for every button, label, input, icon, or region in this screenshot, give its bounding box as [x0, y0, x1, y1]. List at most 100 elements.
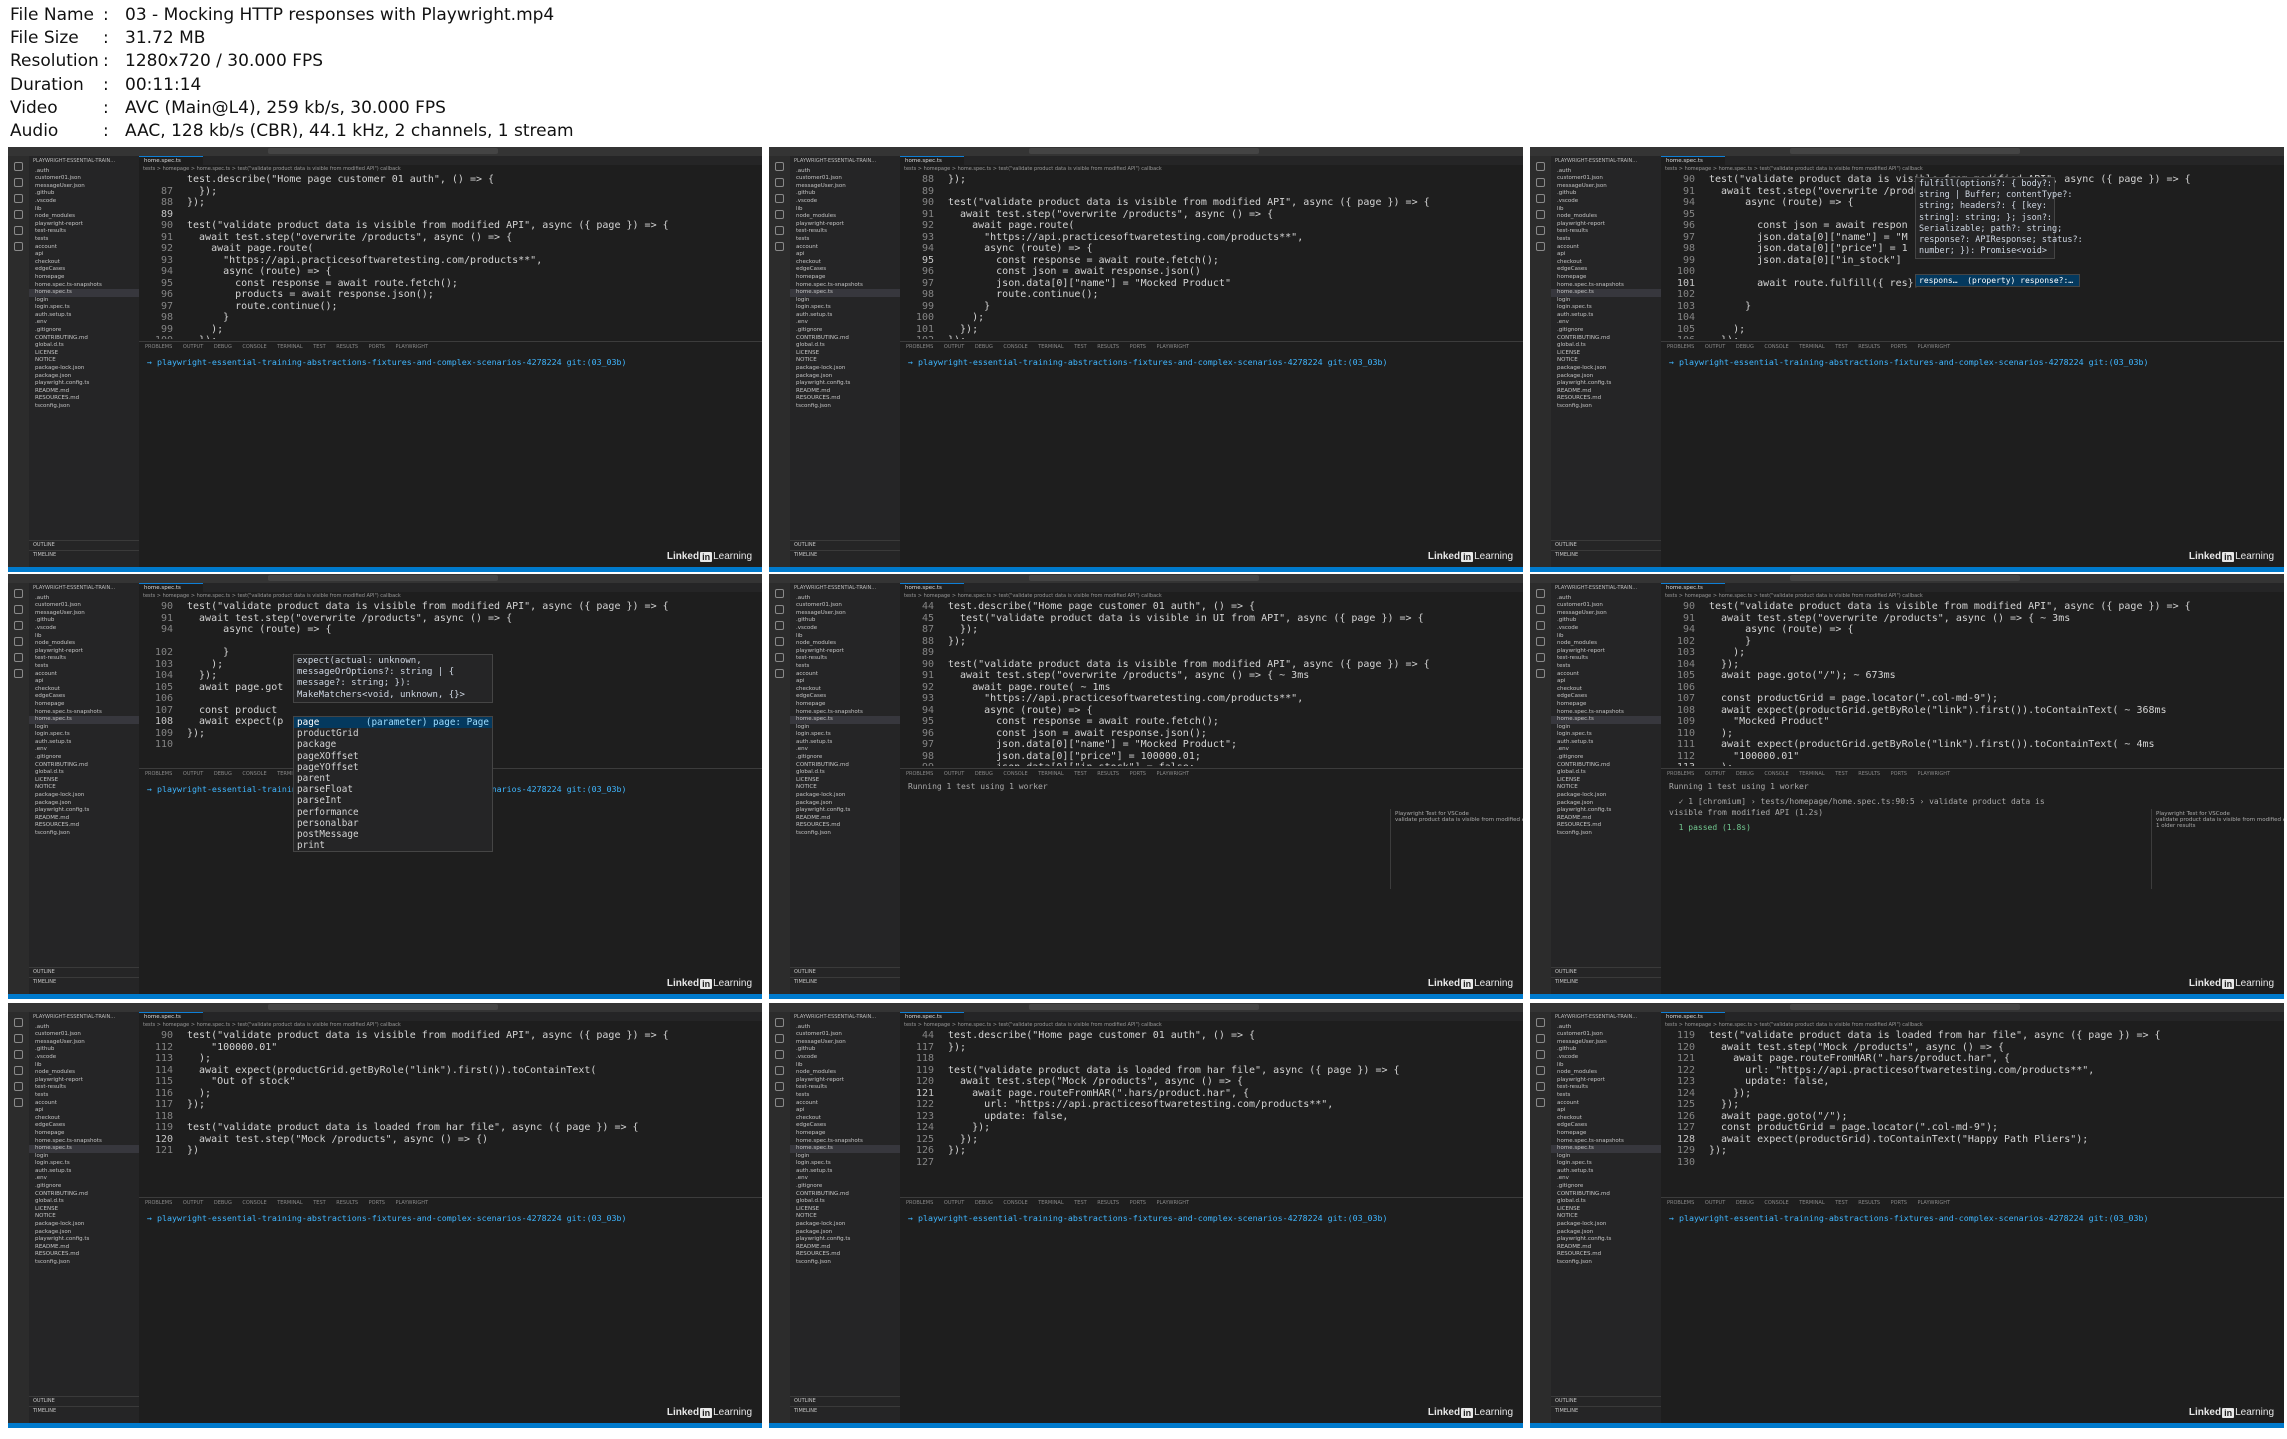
editor-tab-home-spec[interactable]: home.spec.ts	[1661, 1012, 1725, 1021]
explorer-item[interactable]: tsconfig.json	[790, 830, 900, 838]
explorer-item[interactable]: lib	[1551, 633, 1661, 641]
explorer-item[interactable]: package-lock.json	[790, 792, 900, 800]
terminal-prompt[interactable]: → playwright-essential-training-abstract…	[900, 1208, 1523, 1228]
explorer-item[interactable]: home.spec.ts-snapshots	[1551, 1138, 1661, 1146]
explorer-item[interactable]: .gitignore	[790, 1183, 900, 1191]
explorer-item[interactable]: auth.setup.ts	[29, 739, 139, 747]
testing-icon[interactable]	[14, 242, 23, 251]
code-editor[interactable]: test.describe("Home page customer 01 aut…	[139, 174, 762, 339]
terminal-prompt[interactable]: → playwright-essential-training-abstract…	[1661, 352, 2284, 372]
explorer-item[interactable]: checkout	[1551, 259, 1661, 267]
explorer-item[interactable]: playwright-report	[1551, 221, 1661, 229]
explorer-item[interactable]: .auth	[1551, 1024, 1661, 1032]
suggestion-item[interactable]: parseFloat	[294, 784, 492, 795]
breadcrumb[interactable]: tests > homepage > home.spec.ts > test("…	[143, 166, 758, 173]
explorer-item[interactable]: NOTICE	[1551, 1213, 1661, 1221]
search-icon[interactable]	[14, 178, 23, 187]
explorer-item[interactable]: package.json	[1551, 800, 1661, 808]
explorer-item[interactable]: test-results	[29, 1084, 139, 1092]
explorer-item[interactable]: NOTICE	[790, 357, 900, 365]
explorer-item[interactable]: checkout	[1551, 1115, 1661, 1123]
outline-section[interactable]: OUTLINE	[790, 540, 900, 551]
explorer-item[interactable]: .gitignore	[1551, 754, 1661, 762]
explorer-item[interactable]: customer01.json	[29, 602, 139, 610]
breadcrumb[interactable]: tests > homepage > home.spec.ts > test("…	[1665, 166, 2280, 173]
explorer-item[interactable]: edgeCases	[790, 693, 900, 701]
explorer-item[interactable]: messageUser.json	[1551, 183, 1661, 191]
explorer-item[interactable]: account	[790, 244, 900, 252]
explorer-item[interactable]: test-results	[790, 1084, 900, 1092]
suggestion-item[interactable]: page (parameter) page: Page	[294, 717, 492, 729]
explorer-item[interactable]: .github	[29, 190, 139, 198]
breadcrumb[interactable]: tests > homepage > home.spec.ts > test("…	[1665, 1022, 2280, 1029]
breadcrumb[interactable]: tests > homepage > home.spec.ts > test("…	[1665, 593, 2280, 600]
explorer-item[interactable]: login.spec.ts	[29, 1160, 139, 1168]
explorer-item[interactable]: node_modules	[1551, 213, 1661, 221]
explorer-item[interactable]: account	[790, 1100, 900, 1108]
explorer-item[interactable]: .auth	[790, 168, 900, 176]
explorer-item[interactable]: tests	[29, 236, 139, 244]
explorer-item[interactable]: homepage	[29, 1130, 139, 1138]
explorer-item[interactable]: api	[29, 1107, 139, 1115]
explorer-item[interactable]: README.md	[1551, 1244, 1661, 1252]
explorer-item[interactable]: README.md	[790, 1244, 900, 1252]
explorer-item[interactable]: customer01.json	[1551, 175, 1661, 183]
extensions-icon[interactable]	[14, 226, 23, 235]
explorer-item[interactable]: .env	[790, 746, 900, 754]
explorer-item[interactable]: global.d.ts	[1551, 769, 1661, 777]
run-debug-icon[interactable]	[14, 637, 23, 646]
explorer-item[interactable]: RESOURCES.md	[1551, 1251, 1661, 1259]
explorer-item[interactable]: .env	[29, 746, 139, 754]
explorer-item[interactable]: LICENSE	[1551, 1206, 1661, 1214]
explorer-item[interactable]: lib	[1551, 206, 1661, 214]
editor-tab-home-spec[interactable]: home.spec.ts	[900, 156, 964, 165]
explorer-item[interactable]: .vscode	[1551, 1054, 1661, 1062]
editor-tab-home-spec[interactable]: home.spec.ts	[139, 156, 203, 165]
explorer-item[interactable]: .gitignore	[790, 327, 900, 335]
testing-icon[interactable]	[1536, 669, 1545, 678]
explorer-item[interactable]: .gitignore	[29, 754, 139, 762]
explorer-item[interactable]: LICENSE	[29, 1206, 139, 1214]
explorer-item[interactable]: .env	[29, 1175, 139, 1183]
explorer-item[interactable]: messageUser.json	[790, 610, 900, 618]
explorer-item[interactable]: node_modules	[1551, 640, 1661, 648]
explorer-item[interactable]: CONTRIBUTING.md	[29, 1191, 139, 1199]
files-icon[interactable]	[775, 162, 784, 171]
explorer-item[interactable]: test-results	[790, 228, 900, 236]
explorer-item[interactable]: global.d.ts	[29, 769, 139, 777]
explorer-item[interactable]: .vscode	[29, 1054, 139, 1062]
explorer-item[interactable]: login	[29, 297, 139, 305]
explorer-item[interactable]: .auth	[790, 1024, 900, 1032]
explorer-item[interactable]: .github	[790, 617, 900, 625]
run-debug-icon[interactable]	[1536, 210, 1545, 219]
explorer-item[interactable]: tsconfig.json	[1551, 403, 1661, 411]
explorer-item[interactable]: package.json	[29, 1229, 139, 1237]
outline-section[interactable]: OUTLINE	[790, 967, 900, 978]
explorer-item[interactable]: lib	[29, 206, 139, 214]
terminal-prompt[interactable]: → playwright-essential-training-abstract…	[1661, 1208, 2284, 1228]
explorer-item[interactable]: .env	[1551, 1175, 1661, 1183]
explorer-item[interactable]: customer01.json	[29, 1031, 139, 1039]
panel-tabs[interactable]: PROBLEMS OUTPUT DEBUG CONSOLE TERMINAL T…	[139, 1198, 762, 1208]
timeline-section[interactable]: TIMELINE	[790, 1406, 900, 1417]
explorer-item[interactable]: login.spec.ts	[790, 304, 900, 312]
run-debug-icon[interactable]	[14, 1066, 23, 1075]
explorer-item[interactable]: package.json	[790, 373, 900, 381]
explorer-item[interactable]: package-lock.json	[1551, 1221, 1661, 1229]
explorer-item[interactable]: .github	[1551, 1046, 1661, 1054]
files-icon[interactable]	[775, 589, 784, 598]
breadcrumb[interactable]: tests > homepage > home.spec.ts > test("…	[904, 593, 1519, 600]
explorer-item[interactable]: playwright-report	[1551, 648, 1661, 656]
explorer-item[interactable]: RESOURCES.md	[29, 1251, 139, 1259]
command-center[interactable]	[268, 575, 498, 581]
explorer-item[interactable]: account	[1551, 244, 1661, 252]
explorer-item[interactable]: .env	[1551, 319, 1661, 327]
explorer-item[interactable]: global.d.ts	[1551, 1198, 1661, 1206]
explorer-item[interactable]: messageUser.json	[790, 183, 900, 191]
panel-tabs[interactable]: PROBLEMS OUTPUT DEBUG CONSOLE TERMINAL T…	[139, 342, 762, 352]
explorer-item[interactable]: CONTRIBUTING.md	[790, 762, 900, 770]
explorer-item[interactable]: test-results	[1551, 228, 1661, 236]
explorer-item[interactable]: messageUser.json	[29, 1039, 139, 1047]
editor-tab-home-spec[interactable]: home.spec.ts	[1661, 583, 1725, 592]
explorer-item[interactable]: account	[29, 671, 139, 679]
